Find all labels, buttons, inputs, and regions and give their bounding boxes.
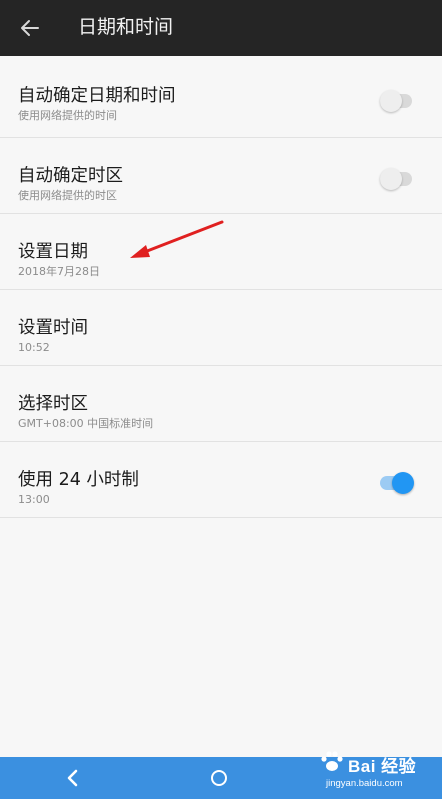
watermark-logo-text: Bai 经验 (348, 757, 417, 776)
toggle-knob (392, 472, 414, 494)
circle-home-icon[interactable] (211, 770, 227, 786)
setting-subtitle: 使用网络提供的时间 (18, 109, 117, 122)
setting-title: 自动确定日期和时间 (18, 86, 176, 106)
setting-auto-timezone[interactable]: 自动确定时区 使用网络提供的时区 (0, 138, 442, 214)
app-bar: 日期和时间 (0, 0, 442, 56)
settings-list: 自动确定日期和时间 使用网络提供的时间 自动确定时区 使用网络提供的时区 设置日… (0, 56, 442, 518)
setting-subtitle: 13:00 (18, 493, 50, 506)
setting-subtitle: GMT+08:00 中国标准时间 (18, 417, 154, 430)
setting-select-timezone[interactable]: 选择时区 GMT+08:00 中国标准时间 (0, 366, 442, 442)
baidu-watermark: Bai 经验 jingyan.baidu.com (314, 744, 434, 798)
auto-date-time-toggle[interactable] (380, 90, 412, 112)
toggle-knob (380, 168, 402, 190)
watermark-url: jingyan.baidu.com (326, 778, 403, 789)
setting-set-time[interactable]: 设置时间 10:52 (0, 290, 442, 366)
arrow-left-icon[interactable] (18, 16, 42, 40)
setting-title: 使用 24 小时制 (18, 470, 139, 490)
setting-title: 自动确定时区 (18, 166, 123, 186)
setting-title: 选择时区 (18, 394, 88, 414)
setting-title: 设置日期 (18, 242, 88, 262)
chevron-left-icon[interactable] (62, 767, 84, 789)
setting-set-date[interactable]: 设置日期 2018年7月28日 (0, 214, 442, 290)
setting-title: 设置时间 (18, 318, 88, 338)
paw-logo-icon (321, 751, 343, 771)
setting-subtitle: 2018年7月28日 (18, 265, 100, 278)
setting-subtitle: 10:52 (18, 341, 50, 354)
settings-screen: 日期和时间 自动确定日期和时间 使用网络提供的时间 自动确定时区 使用网络提供的… (0, 0, 442, 799)
page-title: 日期和时间 (78, 16, 174, 38)
setting-auto-date-time[interactable]: 自动确定日期和时间 使用网络提供的时间 (0, 56, 442, 138)
setting-subtitle: 使用网络提供的时区 (18, 189, 117, 202)
toggle-knob (380, 90, 402, 112)
auto-timezone-toggle[interactable] (380, 168, 412, 190)
24-hour-toggle[interactable] (380, 472, 414, 494)
setting-24-hour[interactable]: 使用 24 小时制 13:00 (0, 442, 442, 518)
